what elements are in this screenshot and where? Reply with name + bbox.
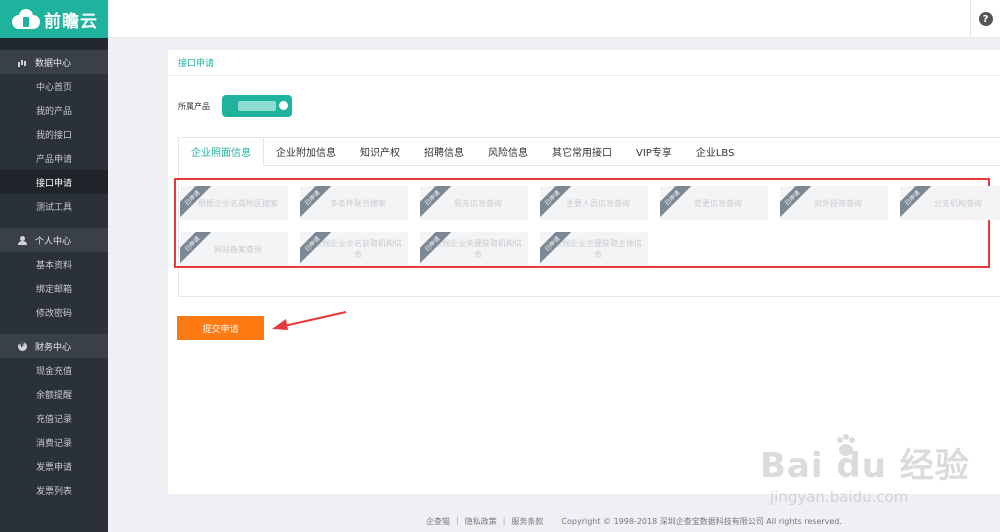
product-selector[interactable] [222,95,292,117]
tab[interactable]: 企业照面信息 [179,138,264,166]
page-title: 接口申请 [168,50,1000,76]
tab[interactable]: 其它常用接口 [540,137,624,165]
applied-ribbon: 已申请 [780,186,815,220]
sidebar-item[interactable]: 现金充值 [0,358,108,382]
api-tile[interactable]: 对外投资查询 已申请 [780,186,888,220]
chart-icon [18,58,27,67]
sidebar-group-2[interactable]: 财务中心 [0,334,108,358]
api-tile[interactable]: 多条件联合搜索 已申请 [300,186,408,220]
applied-ribbon: 已申请 [660,186,695,220]
api-tile[interactable]: 根据企业主键获取主体信息 已申请 [540,232,648,266]
api-label: 多条件联合搜索 [330,198,386,208]
watermark-url: jingyan.baidu.com [770,488,909,506]
api-label: 根据企业全名获取机构信息 [314,239,402,259]
sidebar-item[interactable]: 发票列表 [0,478,108,502]
sidebar-group-title: 数据中心 [35,58,72,69]
brand-name: 前瞻云 [44,11,98,32]
api-list-highlight: 根据企业名或地区搜索 已申请 多条件联合搜索 已申请 股东信息查询 已申请 主要人员信息查询… [174,178,1000,268]
footer-link-1[interactable]: 企查猫 [426,516,450,527]
api-tile[interactable]: 主要人员信息查询 已申请 [540,186,648,220]
sidebar-item[interactable]: 基本资料 [0,252,108,276]
applied-ribbon: 已申请 [900,186,935,220]
sidebar-item[interactable]: 接口申请 [0,170,108,194]
applied-ribbon: 已申请 [420,186,455,220]
sidebar-group-title: 个人中心 [35,236,72,247]
api-tile[interactable]: 根据企业全名获取机构信息 已申请 [300,232,408,266]
product-label: 所属产品 [178,101,210,111]
brand-logo[interactable]: 前瞻云 [0,0,108,38]
sidebar-item[interactable]: 修改密码 [0,300,108,324]
sidebar-item[interactable]: 我的接口 [0,122,108,146]
api-tabs-panel: 企业照面信息 企业附加信息 知识产权 招聘信息 风险信息 其它常用接口 VIP专享 企业LBS… [174,137,1000,297]
api-label: 变更信息查询 [694,198,742,208]
submit-application-button[interactable]: 提交申请 [177,316,264,340]
api-label: 根据企业名或地区搜索 [198,198,278,208]
tab[interactable]: 招聘信息 [412,137,476,165]
cloud-icon [12,9,40,29]
sidebar-item[interactable]: 产品申请 [0,146,108,170]
footer-link-3[interactable]: 服务条款 [511,516,543,527]
sidebar-item[interactable]: 测试工具 [0,194,108,218]
sidebar-item[interactable]: 消费记录 [0,430,108,454]
baidu-watermark: Bai du 经验 jingyan.baidu.com [760,420,980,520]
toggle-knob-icon [279,101,288,110]
sidebar-item[interactable]: 充值记录 [0,406,108,430]
tab[interactable]: 企业附加信息 [264,137,348,165]
help-button[interactable]: ? [970,0,1000,38]
sidebar-item[interactable]: 绑定邮箱 [0,276,108,300]
api-label: 根据企业主键获取主体信息 [554,239,642,259]
tab-bar: 企业照面信息 企业附加信息 知识产权 招聘信息 风险信息 其它常用接口 VIP专享 企业LBS [179,138,1000,166]
annotation-arrow-icon [272,311,347,330]
api-label: 网站备案查询 [214,244,262,254]
api-label: 对外投资查询 [814,198,862,208]
api-tile[interactable]: 变更信息查询 已申请 [660,186,768,220]
sidebar: 数据中心中心首页 我的产品 我的接口 产品申请 接口申请 测试工具个人中心基本资料 绑定邮箱… [0,38,108,532]
sidebar-group-title: 财务中心 [35,342,72,353]
watermark-text: Bai du 经验 [760,446,970,486]
sidebar-group-0[interactable]: 数据中心 [0,50,108,74]
tab[interactable]: 知识产权 [348,137,412,165]
footer-link-2[interactable]: 隐私政策 [465,516,497,527]
sidebar-item[interactable]: 余额提醒 [0,382,108,406]
top-bar: 前瞻云 ? [0,0,1000,38]
api-label: 主要人员信息查询 [566,198,630,208]
api-label: 分支机构查询 [934,198,982,208]
applied-ribbon: 已申请 [180,232,215,266]
tab[interactable]: 风险信息 [476,137,540,165]
api-tile[interactable]: 网站备案查询 已申请 [180,232,288,266]
help-icon: ? [978,12,993,26]
api-label: 根据企业关键获取机构信息 [434,239,522,259]
sidebar-group-1[interactable]: 个人中心 [0,228,108,252]
tab[interactable]: VIP专享 [624,137,684,165]
sidebar-item[interactable]: 发票申请 [0,454,108,478]
user-icon [18,235,27,245]
api-tile[interactable]: 分支机构查询 已申请 [900,186,1000,220]
product-row: 所属产品 [178,95,292,117]
api-tile[interactable]: 股东信息查询 已申请 [420,186,528,220]
api-label: 股东信息查询 [454,198,502,208]
sidebar-item[interactable]: 中心首页 [0,74,108,98]
money-icon [18,340,27,351]
sidebar-item[interactable]: 我的产品 [0,98,108,122]
api-tile[interactable]: 根据企业关键获取机构信息 已申请 [420,232,528,266]
tab[interactable]: 企业LBS [684,137,747,165]
api-tile[interactable]: 根据企业名或地区搜索 已申请 [180,186,288,220]
